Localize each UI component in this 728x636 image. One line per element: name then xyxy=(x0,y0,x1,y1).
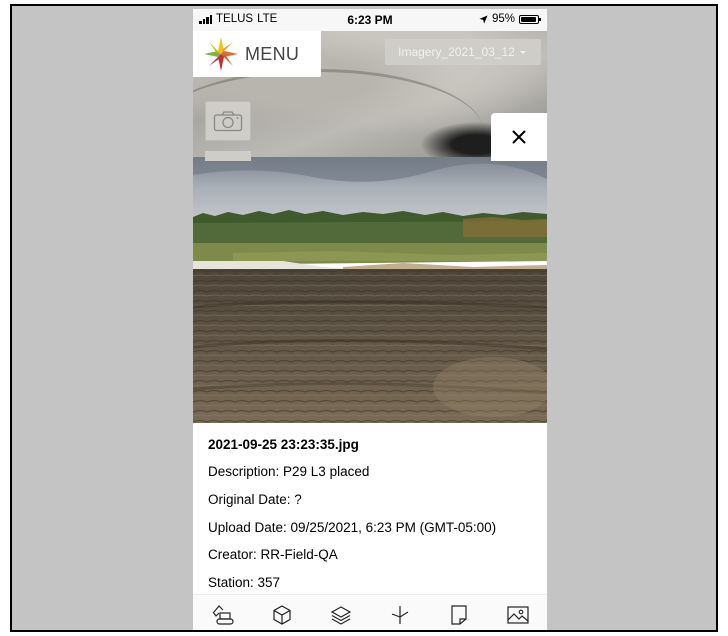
toolbar-button-measure[interactable] xyxy=(385,600,415,630)
app-window-frame: TELUS LTE 6:23 PM 95% MENU Imagery_2021_… xyxy=(10,4,718,632)
caret-down-icon xyxy=(519,51,526,54)
photo-upload-date: Upload Date: 09/25/2021, 6:23 PM (GMT-05… xyxy=(208,520,497,535)
photo-original-date: Original Date: ? xyxy=(208,492,302,507)
toolbar-button-layers[interactable] xyxy=(326,600,356,630)
measure-icon xyxy=(391,606,408,624)
site-photo xyxy=(193,157,547,423)
toolbar-button-images[interactable] xyxy=(503,600,533,630)
photo-filename: 2021-09-25 23:23:35.jpg xyxy=(208,437,359,452)
excavator-icon xyxy=(212,605,234,625)
toolbar-button-documents[interactable] xyxy=(444,600,474,630)
camera-button[interactable] xyxy=(205,101,251,141)
status-right: 95% xyxy=(479,13,541,25)
menu-button[interactable]: MENU xyxy=(193,31,321,77)
location-arrow-icon xyxy=(479,14,488,24)
photo-info-panel: 2021-09-25 23:23:35.jpg Description: P29… xyxy=(193,423,547,595)
layers-icon xyxy=(330,606,351,625)
toolbar-button-equipment[interactable] xyxy=(208,600,238,630)
compass-star-logo-icon xyxy=(204,37,238,71)
image-icon xyxy=(506,606,529,624)
imagery-dropdown-value: Imagery_2021_03_12 xyxy=(398,45,515,59)
photo-description: Description: P29 L3 placed xyxy=(208,464,370,479)
battery-icon xyxy=(519,14,541,24)
camera-icon xyxy=(213,111,243,132)
status-bar: TELUS LTE 6:23 PM 95% xyxy=(193,9,547,31)
phone-screen: TELUS LTE 6:23 PM 95% MENU Imagery_2021_… xyxy=(193,9,547,630)
close-button[interactable] xyxy=(491,113,547,161)
bottom-toolbar xyxy=(193,594,547,630)
cube-icon xyxy=(272,605,291,625)
photo-creator: Creator: RR-Field-QA xyxy=(208,547,338,562)
close-icon xyxy=(512,130,526,144)
battery-label: 95% xyxy=(491,13,515,25)
photo-station: Station: 357 xyxy=(208,575,281,590)
imagery-dropdown[interactable]: Imagery_2021_03_12 xyxy=(385,39,541,65)
document-icon xyxy=(450,605,467,625)
menu-label: MENU xyxy=(245,43,300,64)
secondary-map-button[interactable] xyxy=(205,151,251,161)
toolbar-button-3d[interactable] xyxy=(267,600,297,630)
